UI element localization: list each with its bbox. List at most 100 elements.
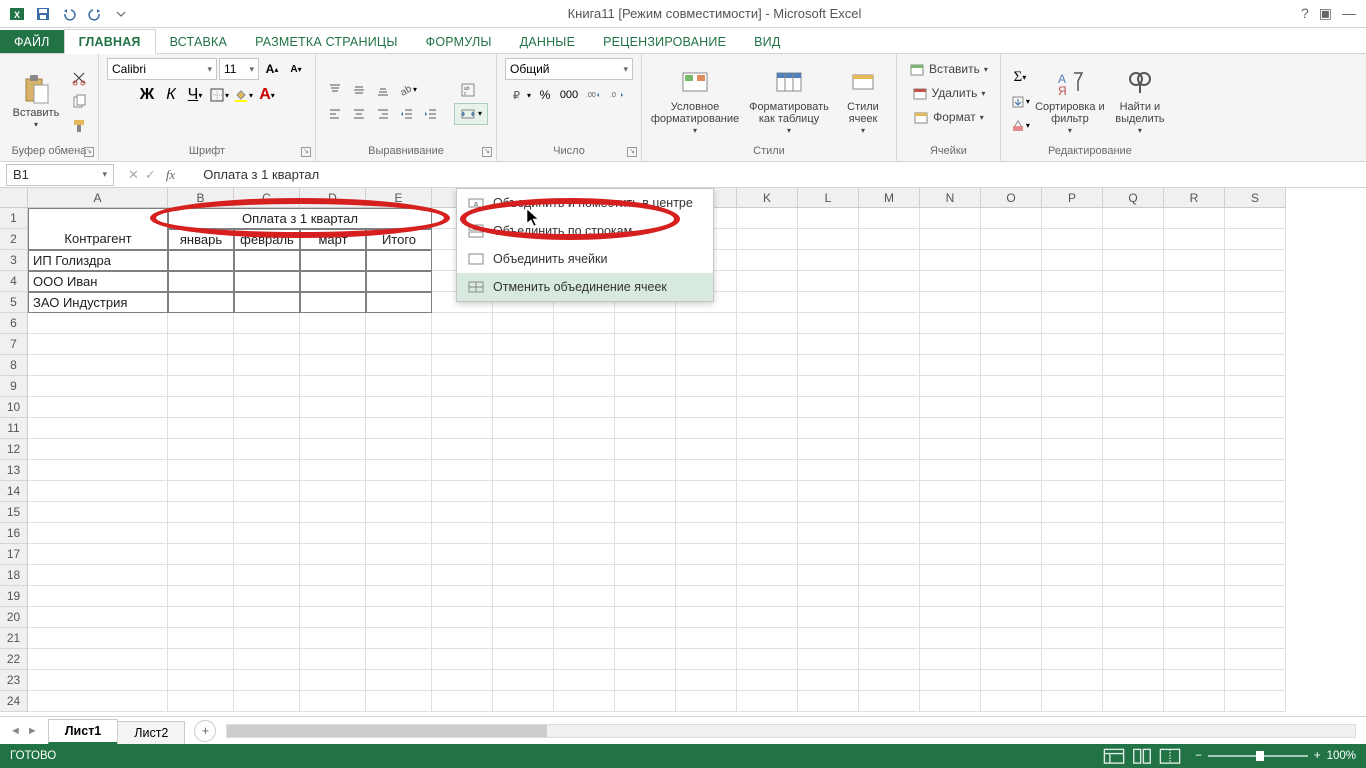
cell[interactable] [737,649,798,670]
cell[interactable]: ИП Голиздра [28,250,168,271]
cell[interactable] [859,229,920,250]
cell[interactable]: Оплата з 1 квартал [168,208,432,229]
cell[interactable] [1164,208,1225,229]
cell[interactable] [737,229,798,250]
decrease-decimal-icon[interactable]: .0 [606,84,628,106]
cell[interactable] [737,292,798,313]
cell[interactable] [859,376,920,397]
ribbon-display-icon[interactable]: ▣ [1319,5,1332,22]
cell[interactable] [737,397,798,418]
cell[interactable] [1042,313,1103,334]
cell[interactable] [615,607,676,628]
cell[interactable] [615,691,676,712]
cell[interactable] [493,481,554,502]
cell[interactable] [493,565,554,586]
cell[interactable] [300,628,366,649]
horizontal-scrollbar[interactable] [216,724,1366,738]
cell[interactable] [493,523,554,544]
cell[interactable] [1225,628,1286,649]
cell[interactable] [1103,544,1164,565]
zoom-control[interactable]: − + 100% [1195,750,1356,762]
cell[interactable] [1164,313,1225,334]
spreadsheet-grid[interactable]: ABCDEFGHIJKLMNOPQRS123456789101112131415… [0,188,1366,716]
cell[interactable] [366,607,432,628]
cell[interactable] [859,523,920,544]
number-format-select[interactable]: Общий▾ [505,58,633,80]
borders-icon[interactable]: ▾ [208,84,230,106]
cell[interactable] [920,376,981,397]
cell[interactable] [366,565,432,586]
cell[interactable] [676,670,737,691]
cell[interactable] [234,544,300,565]
align-bottom-icon[interactable] [372,79,394,101]
row-header[interactable]: 2 [0,229,28,250]
cell[interactable] [1225,523,1286,544]
cell[interactable] [981,439,1042,460]
cell[interactable] [28,418,168,439]
cell[interactable] [1164,292,1225,313]
cell[interactable] [366,649,432,670]
cell[interactable] [1042,229,1103,250]
row-header[interactable]: 21 [0,628,28,649]
cell[interactable] [300,313,366,334]
cell[interactable] [1164,250,1225,271]
enter-formula-icon[interactable]: ✓ [145,167,156,183]
cell[interactable] [1103,250,1164,271]
insert-cells-button[interactable]: Вставить ▾ [905,58,992,80]
sheet-tab[interactable]: Лист2 [117,721,185,744]
minimize-icon[interactable]: — [1342,5,1356,22]
cell[interactable] [859,250,920,271]
qat-customize-icon[interactable] [110,3,132,25]
cell[interactable] [920,460,981,481]
cell[interactable] [1103,670,1164,691]
cell[interactable] [1164,271,1225,292]
cell[interactable] [1164,502,1225,523]
cell[interactable] [432,418,493,439]
cell[interactable] [920,355,981,376]
cell[interactable] [1164,418,1225,439]
cell[interactable] [493,355,554,376]
cell[interactable] [300,397,366,418]
cell[interactable] [1103,649,1164,670]
italic-button[interactable]: К [160,84,182,106]
page-layout-view-icon[interactable] [1131,747,1153,765]
cell[interactable] [676,586,737,607]
row-header[interactable]: 3 [0,250,28,271]
cell[interactable] [28,481,168,502]
cell[interactable] [859,481,920,502]
cell[interactable] [493,313,554,334]
cell[interactable] [300,418,366,439]
cell[interactable] [1225,208,1286,229]
cell[interactable] [1164,628,1225,649]
cell[interactable] [1164,565,1225,586]
cell[interactable] [366,544,432,565]
cell[interactable] [859,418,920,439]
cell[interactable] [859,649,920,670]
cell[interactable] [366,670,432,691]
cell[interactable] [1042,586,1103,607]
cell[interactable] [1225,586,1286,607]
cell[interactable] [366,502,432,523]
cell[interactable] [234,586,300,607]
cell[interactable] [28,607,168,628]
row-header[interactable]: 10 [0,397,28,418]
cell[interactable] [432,397,493,418]
cell[interactable] [554,628,615,649]
cell[interactable] [554,481,615,502]
cell[interactable] [615,439,676,460]
cell[interactable] [615,628,676,649]
cell[interactable] [493,418,554,439]
cell[interactable] [798,376,859,397]
cell[interactable] [1225,649,1286,670]
cell[interactable] [1103,481,1164,502]
cell[interactable] [1164,544,1225,565]
cell[interactable] [798,691,859,712]
cell[interactable] [554,544,615,565]
cell[interactable] [981,208,1042,229]
cell[interactable] [798,586,859,607]
sheet-nav-next-icon[interactable]: ► [27,725,38,737]
cell[interactable] [554,397,615,418]
column-header[interactable]: S [1225,188,1286,208]
cell[interactable] [920,502,981,523]
cell[interactable] [920,544,981,565]
